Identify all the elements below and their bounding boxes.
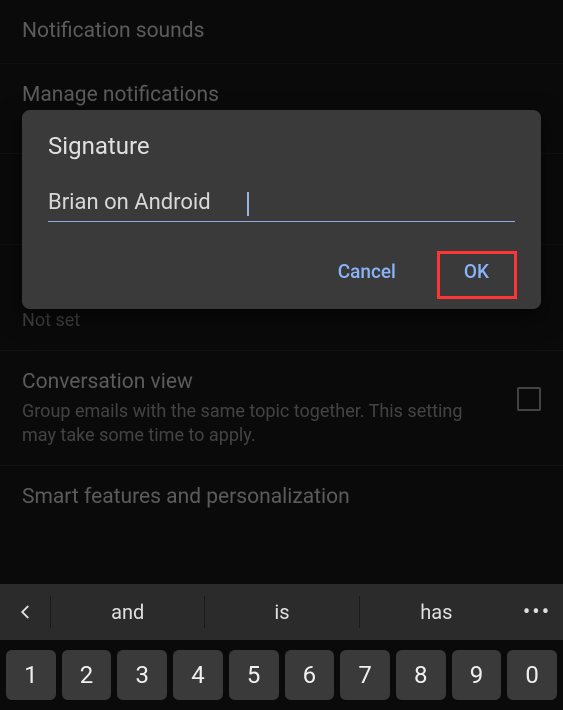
keyboard-suggestion-bar: and is has ••• [0,584,563,640]
keyboard-suggestion-2[interactable]: is [204,596,358,628]
signature-dialog: Signature Cancel OK [22,110,541,309]
keyboard-key-8[interactable]: 8 [396,650,446,700]
keyboard-number-row: 1234567890 [0,640,563,710]
dialog-title: Signature [48,132,515,160]
keyboard-key-5[interactable]: 5 [229,650,279,700]
keyboard-suggestion-1[interactable]: and [50,596,204,628]
virtual-keyboard: and is has ••• 1234567890 [0,584,563,710]
keyboard-key-0[interactable]: 0 [507,650,557,700]
signature-input[interactable] [48,190,515,215]
keyboard-key-9[interactable]: 9 [452,650,502,700]
signature-input-wrap[interactable] [48,190,515,222]
keyboard-key-1[interactable]: 1 [6,650,56,700]
keyboard-key-7[interactable]: 7 [340,650,390,700]
keyboard-more-icon[interactable]: ••• [513,600,561,625]
dialog-actions: Cancel OK [48,252,515,291]
keyboard-key-4[interactable]: 4 [173,650,223,700]
keyboard-back-icon[interactable] [2,603,50,621]
keyboard-suggestion-3[interactable]: has [359,596,513,628]
keyboard-key-2[interactable]: 2 [62,650,112,700]
keyboard-key-6[interactable]: 6 [285,650,335,700]
ok-button[interactable]: OK [450,252,503,291]
keyboard-key-3[interactable]: 3 [117,650,167,700]
text-cursor [247,192,249,216]
cancel-button[interactable]: Cancel [324,252,410,291]
